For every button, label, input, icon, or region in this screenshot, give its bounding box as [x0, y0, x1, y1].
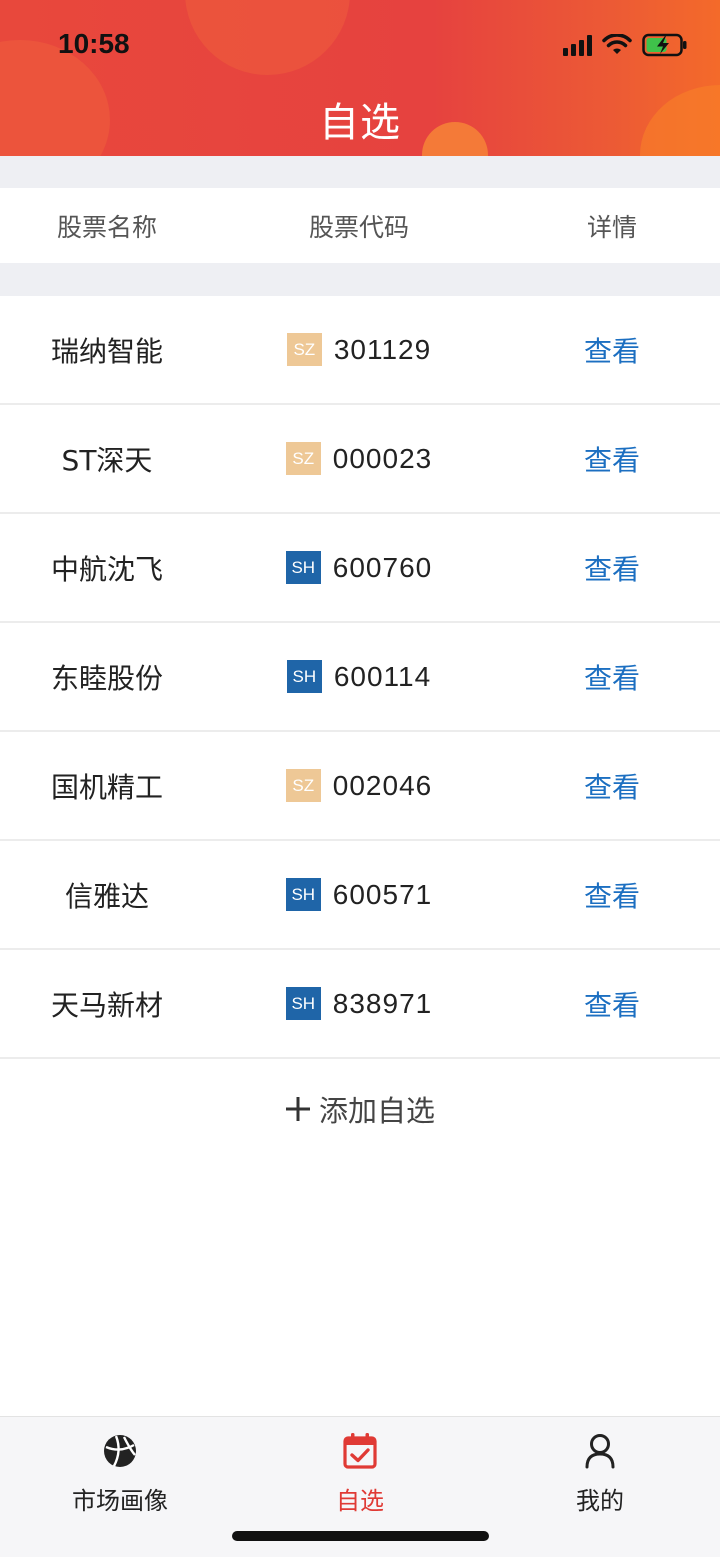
view-detail-link[interactable]: 查看 — [504, 875, 720, 915]
market-badge: SZ — [285, 769, 321, 802]
stock-code: 301129 — [333, 333, 432, 365]
stock-code-cell: SH 838971 — [214, 987, 504, 1020]
tab-market-profile[interactable]: 市场画像 — [20, 1431, 220, 1516]
section-divider — [0, 156, 720, 188]
view-detail-link[interactable]: 查看 — [504, 439, 720, 479]
tab-label: 自选 — [336, 1487, 384, 1515]
calendar-check-icon — [343, 1433, 377, 1469]
view-detail-link[interactable]: 查看 — [504, 657, 720, 697]
stock-code: 600571 — [332, 878, 433, 910]
stock-code: 002046 — [332, 769, 433, 801]
table-row: 国机精工 SZ 002046 查看 — [0, 732, 720, 841]
home-indicator[interactable] — [232, 1531, 489, 1541]
table-row: 天马新材 SH 838971 查看 — [0, 950, 720, 1059]
stock-code: 000023 — [332, 442, 433, 474]
battery-charging-icon — [642, 33, 687, 57]
view-detail-link[interactable]: 查看 — [504, 548, 720, 588]
table-header: 股票名称 股票代码 详情 — [0, 188, 720, 263]
view-detail-link[interactable]: 查看 — [504, 766, 720, 806]
column-header-name: 股票名称 — [56, 212, 157, 242]
add-watchlist-button[interactable]: 添加自选 — [0, 1074, 720, 1144]
wifi-icon — [602, 34, 632, 54]
stock-name: 东睦股份 — [50, 661, 163, 695]
tab-watchlist[interactable]: 自选 — [260, 1431, 460, 1516]
market-badge: SZ — [285, 442, 321, 475]
add-watchlist-label: 添加自选 — [318, 1094, 435, 1128]
stock-name: 瑞纳智能 — [50, 334, 163, 368]
table-row: 东睦股份 SH 600114 查看 — [0, 623, 720, 732]
market-badge: SH — [285, 551, 321, 584]
stock-code-cell: SZ 000023 — [214, 442, 504, 475]
stock-code: 600760 — [332, 551, 433, 583]
stock-name: 中航沈飞 — [50, 552, 163, 586]
tab-mine[interactable]: 我的 — [500, 1431, 700, 1516]
view-detail-link[interactable]: 查看 — [504, 984, 720, 1024]
stock-code: 600114 — [333, 660, 432, 692]
stock-name: 天马新材 — [50, 988, 163, 1022]
section-divider — [0, 263, 720, 296]
stock-code-cell: SZ 002046 — [214, 769, 504, 802]
status-time: 10:58 — [58, 28, 130, 59]
column-header-detail: 详情 — [586, 212, 637, 242]
header-decoration — [185, 0, 350, 75]
table-row: 信雅达 SH 600571 查看 — [0, 841, 720, 950]
stock-code: 838971 — [332, 987, 433, 1019]
tab-label: 市场画像 — [72, 1487, 168, 1515]
cellular-signal-icon — [563, 34, 592, 56]
page-title: 自选 — [319, 100, 401, 146]
user-icon — [585, 1434, 615, 1469]
stock-code-cell: SH 600114 — [214, 660, 504, 693]
stock-code-cell: SH 600760 — [214, 551, 504, 584]
view-detail-link[interactable]: 查看 — [504, 330, 720, 370]
tab-label: 我的 — [576, 1487, 624, 1515]
table-row: ST深天 SZ 000023 查看 — [0, 405, 720, 514]
plus-icon — [285, 1097, 310, 1121]
market-badge: SH — [285, 878, 321, 911]
stock-name: 国机精工 — [50, 770, 163, 804]
stock-code-cell: SZ 301129 — [214, 333, 504, 366]
stock-name: ST深天 — [61, 443, 153, 477]
market-badge: SH — [286, 660, 322, 693]
market-badge: SZ — [286, 333, 322, 366]
watchlist: 瑞纳智能 SZ 301129 查看 ST深天 SZ 000023 查看 中航沈飞… — [0, 296, 720, 1059]
table-row: 瑞纳智能 SZ 301129 查看 — [0, 296, 720, 405]
basketball-icon — [104, 1435, 136, 1467]
market-badge: SH — [285, 987, 321, 1020]
app-header: 10:58 自选 — [0, 0, 720, 156]
table-row: 中航沈飞 SH 600760 查看 — [0, 514, 720, 623]
stock-code-cell: SH 600571 — [214, 878, 504, 911]
stock-name: 信雅达 — [64, 879, 149, 913]
status-icons — [563, 32, 688, 58]
column-header-code: 股票代码 — [308, 212, 409, 242]
